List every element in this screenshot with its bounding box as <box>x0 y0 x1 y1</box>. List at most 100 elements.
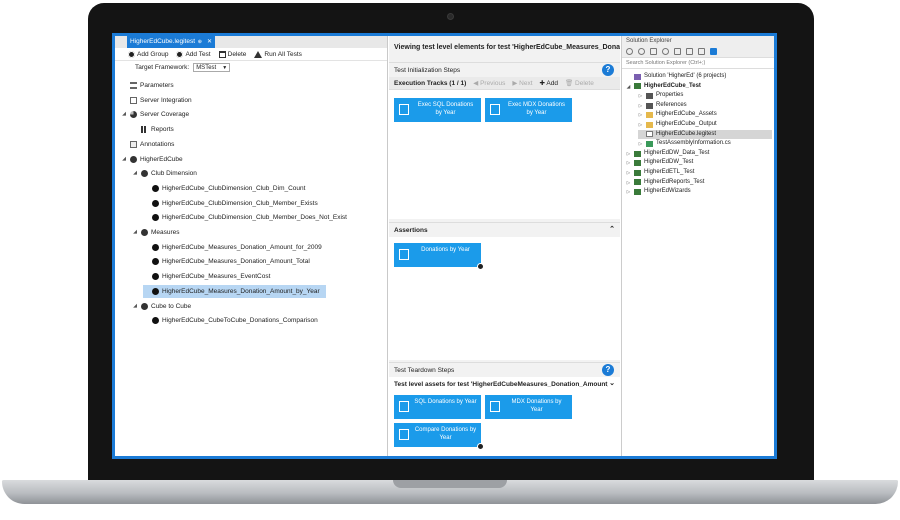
expander-icon[interactable]: ◢ <box>132 300 138 313</box>
bars-icon <box>141 126 148 134</box>
list-icon <box>130 82 137 89</box>
asset-tile[interactable]: Compare Donations by Year <box>394 423 484 450</box>
tree-item[interactable]: Server Integration <box>121 94 192 107</box>
expander-icon[interactable]: ▷ <box>638 139 643 149</box>
sql-asset-icon <box>399 401 409 412</box>
tree-item[interactable]: Reports <box>132 123 174 136</box>
solution-item-label: HigherEdETL_Test <box>644 169 695 175</box>
cs-icon <box>646 140 653 147</box>
add-group-label: Add Group <box>137 50 169 58</box>
dot-icon <box>152 258 159 266</box>
preview-icon[interactable] <box>710 48 717 55</box>
solution-item[interactable]: ▷ Properties <box>638 91 683 101</box>
solution-item[interactable]: ▷ HigherEdETL_Test <box>626 168 694 178</box>
tree-item[interactable]: Parameters <box>121 79 174 92</box>
close-icon[interactable]: ✕ <box>207 36 212 48</box>
trash-icon <box>218 50 226 58</box>
tree-item[interactable]: HigherEdCube_Measures_EventCost <box>143 270 270 283</box>
add-track-button[interactable]: ✚ Add <box>540 79 558 87</box>
solution-item[interactable]: ▷ References <box>638 101 687 111</box>
tree-item[interactable]: HigherEdCube_Measures_Donation_Amount_fo… <box>143 241 322 254</box>
collapse-all-icon[interactable] <box>674 48 681 55</box>
solution-item[interactable]: ▷ HigherEdReports_Test <box>626 178 704 188</box>
step-tile[interactable]: Exec SQL Donations by Year <box>394 98 481 122</box>
solution-item[interactable]: Solution 'HigherEd' (6 projects) <box>626 72 726 82</box>
help-icon[interactable]: ? <box>602 64 614 76</box>
solution-item-label: HigherEdDW_Data_Test <box>644 149 710 156</box>
asset-tile[interactable]: SQL Donations by Year <box>394 395 481 419</box>
tree-item[interactable]: HigherEdCube_ClubDimension_Club_Member_E… <box>143 197 318 210</box>
expander-icon[interactable]: ▷ <box>638 101 643 111</box>
expander-icon[interactable]: ▷ <box>638 120 643 130</box>
sql-step-icon <box>399 104 409 115</box>
expander-icon[interactable]: ▷ <box>638 110 643 120</box>
expander-icon[interactable]: ▷ <box>626 149 631 159</box>
solution-item[interactable]: ▷ HigherEdWizards <box>626 187 691 197</box>
run-all-tests-button[interactable]: Run All Tests <box>254 50 302 58</box>
assertion-tile[interactable]: Donations by Year <box>394 243 484 270</box>
expander-icon[interactable]: ▷ <box>626 187 631 197</box>
solution-item[interactable]: ▷ HigherEdDW_Test <box>626 158 693 168</box>
pin-icon[interactable]: ⊕ <box>198 36 202 48</box>
tree-item[interactable]: ◢ HigherEdCube <box>121 153 183 166</box>
solution-item[interactable]: ▷ HigherEdDW_Data_Test <box>626 149 709 159</box>
delete-button[interactable]: Delete <box>218 50 246 58</box>
step-tile[interactable]: Exec MDX Donations by Year <box>485 98 572 122</box>
next-button[interactable]: ▶ Next <box>512 79 532 87</box>
initialization-header: Test Initialization Steps ? <box>389 63 620 77</box>
note-icon <box>130 140 137 148</box>
tree-item[interactable]: HigherEdCube_Measures_Donation_Amount_by… <box>143 284 326 298</box>
expander-icon[interactable]: ◢ <box>132 226 138 239</box>
ref-icon <box>646 102 653 109</box>
tree-item[interactable]: HigherEdCube_ClubDimension_Club_Dim_Coun… <box>143 182 305 195</box>
expander-icon[interactable]: ◢ <box>121 108 127 121</box>
expander-icon[interactable]: ▷ <box>626 178 631 188</box>
expander-icon[interactable]: ▷ <box>638 91 643 101</box>
tree-item[interactable]: HigherEdCube_Measures_Donation_Amount_To… <box>143 255 310 268</box>
execution-tracks-label: Execution Tracks (1 / 1) <box>394 79 467 87</box>
test-toolbar: Add Group Add Test Delete Run All Tests <box>115 48 387 61</box>
expander-icon[interactable]: ◢ <box>626 82 631 92</box>
tree-item[interactable]: ◢ Cube to Cube <box>132 300 191 313</box>
dot-icon <box>152 184 159 192</box>
chevron-down-icon[interactable]: ⌄ <box>609 377 615 391</box>
refresh-icon[interactable] <box>662 48 669 55</box>
help-icon[interactable]: ? <box>602 364 614 376</box>
dot-icon <box>152 317 159 325</box>
tree-item[interactable]: Annotations <box>121 138 174 151</box>
expander-icon[interactable]: ▷ <box>626 158 631 168</box>
step-label: Exec MDX Donations by Year <box>507 102 566 116</box>
expander-icon[interactable]: ◢ <box>132 167 138 180</box>
add-test-button[interactable]: Add Test <box>176 50 211 58</box>
target-framework-select[interactable]: MSTest ▼ <box>193 62 231 72</box>
solution-item[interactable]: ◢ HigherEdCube_Test <box>626 82 701 92</box>
expander-icon[interactable]: ▷ <box>626 168 631 178</box>
delete-track-button[interactable]: 🗑 Delete <box>565 79 594 87</box>
solution-item[interactable]: ▷ HigherEdCube_Assets <box>638 110 717 120</box>
back-icon[interactable] <box>626 48 633 55</box>
show-all-files-icon[interactable] <box>686 48 693 55</box>
solution-item-label: HigherEdCube.legitest <box>656 130 717 137</box>
asset-tile[interactable]: MDX Donations by Year <box>485 395 572 419</box>
solution-explorer-search[interactable]: Search Solution Explorer (Ctrl+;) <box>622 58 774 69</box>
solution-item[interactable]: ▷ HigherEdCube_Output <box>638 120 717 130</box>
tree-item[interactable]: ◢ Server Coverage <box>121 108 189 121</box>
expander-icon[interactable]: ◢ <box>121 153 127 166</box>
forward-icon[interactable] <box>638 48 645 55</box>
tree-item[interactable]: HigherEdCube_CubeToCube_Donations_Compar… <box>143 314 318 327</box>
laptop-notch <box>393 480 507 488</box>
properties-icon[interactable] <box>698 48 705 55</box>
previous-button[interactable]: ◀ Previous <box>473 79 505 87</box>
tree-item[interactable]: ◢ Measures <box>132 226 180 239</box>
ref-icon <box>646 92 653 99</box>
solution-item[interactable]: HigherEdCube.legitest <box>638 129 772 140</box>
compare-asset-icon <box>399 429 409 440</box>
add-group-button[interactable]: Add Group <box>128 50 169 58</box>
tree-item[interactable]: ◢ Club Dimension <box>132 167 197 180</box>
solution-item[interactable]: ▷ TestAssemblyInformation.cs <box>638 139 731 149</box>
chevron-up-icon[interactable]: ⌃ <box>609 223 615 237</box>
tab-higheredcube-legitest[interactable]: HigherEdCube.legitest ⊕ ✕ <box>127 36 215 48</box>
tree-item[interactable]: HigherEdCube_ClubDimension_Club_Member_D… <box>143 211 347 224</box>
home-icon[interactable] <box>650 48 657 55</box>
dot-icon <box>152 287 159 295</box>
